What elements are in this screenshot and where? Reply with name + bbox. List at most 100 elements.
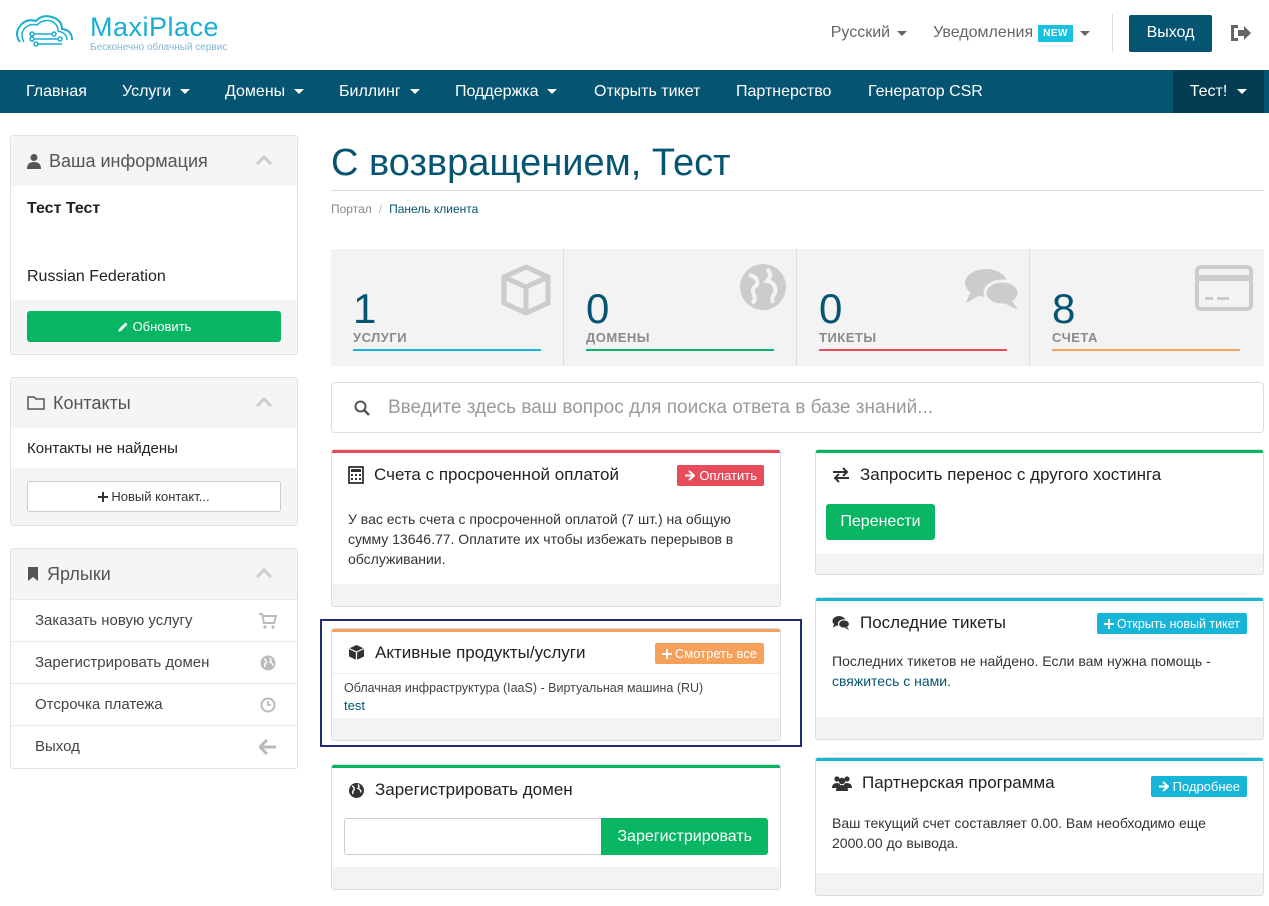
affiliate-card: Партнерская программа Подробнее Ваш теку… (815, 757, 1264, 896)
chevron-down-icon (409, 89, 420, 94)
contact-us-link[interactable]: свяжитесь с нами (832, 673, 947, 689)
overdue-invoices-header: Счета с просроченной оплатой Оплатить (332, 453, 780, 497)
stat-tickets[interactable]: 0 ТИКЕТЫ (797, 249, 1030, 366)
chevron-up-icon[interactable] (256, 155, 272, 165)
new-badge: NEW (1038, 24, 1073, 42)
client-name: Тест Тест (27, 200, 101, 217)
arrow-left-icon (259, 738, 276, 755)
nav-home[interactable]: Главная (26, 70, 87, 113)
shortcut-register-domain[interactable]: Зарегистрировать домен (11, 641, 297, 683)
recent-tickets-title: Последние тикеты (860, 613, 1006, 632)
register-button[interactable]: Зарегистрировать (601, 818, 768, 855)
nav-csr-generator[interactable]: Генератор CSR (868, 70, 983, 113)
globe-icon (349, 782, 364, 798)
comments-icon (832, 616, 850, 630)
chevron-down-icon (897, 30, 908, 36)
affiliate-text: Ваш текущий счет составляет 0.00. Вам не… (832, 815, 1206, 851)
main-navbar: Главная Услуги Домены Биллинг Поддержка … (0, 70, 1269, 113)
transfer-button[interactable]: Перенести (826, 504, 935, 540)
notifications-label: Уведомления (933, 24, 1034, 41)
logout-button[interactable]: Выход (1129, 14, 1212, 52)
divider (331, 190, 1264, 191)
shortcut-order-service[interactable]: Заказать новую услугу (11, 599, 297, 641)
stat-invoices[interactable]: 8 СЧЕТА (1030, 249, 1263, 366)
chevron-down-icon (180, 89, 191, 94)
transfer-title: Запросить перенос с другого хостинга (860, 465, 1162, 484)
chevron-up-icon[interactable] (256, 568, 272, 578)
transfer-card: Запросить перенос с другого хостинга Пер… (815, 449, 1264, 575)
nav-billing[interactable]: Биллинг (339, 70, 420, 113)
contacts-empty: Контакты не найдены (27, 440, 178, 457)
update-button[interactable]: Обновить (27, 311, 281, 342)
arrow-right-icon (1158, 781, 1169, 792)
chevron-up-icon[interactable] (256, 397, 272, 407)
pay-button[interactable]: Оплатить (677, 465, 764, 486)
logo[interactable]: MaxiPlace Бесконечно облачный сервис (12, 12, 227, 54)
user-icon (27, 154, 41, 169)
arrow-right-icon (685, 470, 696, 481)
comments-icon (965, 269, 1020, 310)
stat-domains[interactable]: 0 ДОМЕНЫ (564, 249, 797, 366)
bookmark-icon (28, 567, 38, 581)
notifications-dropdown[interactable]: Уведомления NEW (933, 24, 1090, 42)
breadcrumb-portal[interactable]: Портал (331, 202, 372, 216)
nav-support[interactable]: Поддержка (455, 70, 558, 113)
cube-icon (501, 264, 551, 316)
shortcut-payment-deferral[interactable]: Отсрочка платежа (11, 683, 297, 725)
your-info-title: Ваша информация (49, 150, 208, 171)
clock-icon (260, 697, 276, 712)
your-info-panel: Ваша информация Тест Тест Russian Federa… (10, 135, 298, 355)
overdue-invoices-card: Счета с просроченной оплатой Оплатить У … (331, 449, 781, 607)
plus-icon (98, 491, 109, 502)
plus-icon (1103, 618, 1114, 629)
sign-out-icon[interactable] (1228, 23, 1252, 43)
affiliate-header: Партнерская программа Подробнее (816, 761, 1263, 805)
language-dropdown[interactable]: Русский (830, 24, 908, 42)
shortcuts-title: Ярлыки (47, 563, 111, 584)
contacts-header[interactable]: Контакты (11, 378, 297, 428)
recent-tickets-card: Последние тикеты Открыть новый тикет Пос… (815, 597, 1264, 740)
client-country: Russian Federation (27, 268, 166, 285)
stats-tiles: 1 УСЛУГИ 0 ДОМЕНЫ 0 ТИКЕТЫ 8 СЧЕТА (331, 249, 1264, 366)
recent-tickets-header: Последние тикеты Открыть новый тикет (816, 601, 1263, 645)
page-title: С возвращением, Тест (331, 142, 731, 184)
new-contact-button[interactable]: Новый контакт... (27, 481, 281, 512)
calculator-icon (348, 466, 364, 484)
top-bar: MaxiPlace Бесконечно облачный сервис Рус… (0, 0, 1269, 70)
nav-services[interactable]: Услуги (122, 70, 191, 113)
pencil-icon (117, 322, 128, 332)
nav-domains[interactable]: Домены (225, 70, 305, 113)
kb-search-box (331, 382, 1264, 433)
overdue-invoices-text: У вас есть счета с просроченной оплатой … (348, 511, 734, 567)
nav-open-ticket[interactable]: Открыть тикет (594, 70, 700, 113)
register-domain-header: Зарегистрировать домен (332, 768, 780, 812)
chevron-down-icon (294, 89, 305, 94)
your-info-header[interactable]: Ваша информация (11, 136, 297, 186)
exchange-icon (833, 467, 849, 483)
stat-services[interactable]: 1 УСЛУГИ (331, 249, 564, 366)
chevron-down-icon (1080, 30, 1090, 36)
shortcuts-header[interactable]: Ярлыки (11, 549, 297, 599)
shortcut-logout[interactable]: Выход (11, 725, 297, 767)
breadcrumb: Портал / Панель клиента (331, 202, 479, 216)
breadcrumb-client-panel[interactable]: Панель клиента (389, 202, 478, 216)
recent-tickets-text: Последних тикетов не найдено. Если вам н… (832, 653, 1211, 689)
brand-name: MaxiPlace (90, 12, 220, 42)
language-label: Русский (830, 24, 891, 41)
register-domain-title: Зарегистрировать домен (375, 780, 573, 799)
open-new-ticket-button[interactable]: Открыть новый тикет (1096, 613, 1247, 634)
kb-search-input[interactable] (388, 396, 1208, 419)
contacts-panel: Контакты Контакты не найдены Новый конта… (10, 377, 298, 526)
logo-icon (16, 15, 73, 47)
details-button[interactable]: Подробнее (1150, 776, 1247, 797)
overdue-invoices-title: Счета с просроченной оплатой (374, 465, 619, 484)
affiliate-title: Партнерская программа (862, 773, 1055, 792)
nav-user-menu[interactable]: Тест! (1173, 70, 1264, 113)
search-icon (354, 400, 370, 416)
nav-partnership[interactable]: Партнерство (736, 70, 831, 113)
users-icon (832, 776, 852, 791)
globe-icon (260, 655, 276, 670)
register-domain-card: Зарегистрировать домен Зарегистрировать (331, 764, 781, 890)
transfer-header: Запросить перенос с другого хостинга (816, 453, 1263, 497)
domain-input[interactable] (344, 818, 602, 855)
